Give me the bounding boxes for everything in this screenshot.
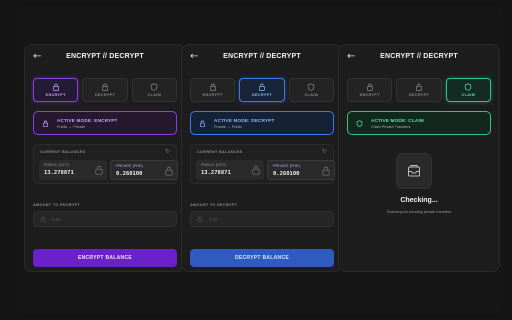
encrypt-panel: ← ENCRYPT // DECRYPT ENCRYPT DECRYPT CLA… [24,44,186,272]
tab-encrypt[interactable]: ENCRYPT [33,78,79,102]
mode-title: ACTIVE MODE: CLAIM [371,117,424,123]
private-balance-label: PRIVATE (FHE) [116,164,143,168]
refresh-icon[interactable]: ↻ [322,148,327,155]
panel-header: ← ENCRYPT // DECRYPT [182,45,342,71]
mode-subtitle: Private → Public [214,124,243,129]
lock-icon [102,83,108,91]
balances-label: CURRENT BALANCES [40,150,86,154]
current-balances: CURRENT BALANCES ↻ PUBLIC (OCT) 13.27887… [33,144,178,184]
private-balance-card: PRIVATE (FHE) 0.260100 [267,160,335,180]
lock-icon [366,83,373,91]
unlock-icon [199,120,206,127]
public-balance-value: 13.278871 [201,170,231,176]
private-balance-card: PRIVATE (FHE) 0.260100 [110,160,178,180]
mode-tabs: ENCRYPT DECRYPT CLAIM [33,78,177,102]
private-balance-value: 0.260100 [116,171,143,177]
lock-icon [209,83,216,91]
lock-icon [322,166,330,176]
active-mode-banner: ACTIVE MODE: DECRYPT Private → Public [190,111,334,135]
public-balance-value: 13.278871 [44,170,74,176]
public-balance-card: PUBLIC (OCT) 13.278871 [39,160,107,180]
tab-label: CLAIM [147,93,162,97]
amount-label: AMOUNT TO ENCRYPT [33,203,81,207]
tab-label: DECRYPT [408,93,430,97]
lock-icon [40,216,46,222]
public-balance-label: PUBLIC (OCT) [44,163,70,167]
mode-title: ACTIVE MODE: DECRYPT [214,117,275,123]
checking-indicator [396,153,432,189]
page-title: ENCRYPT // DECRYPT [223,53,301,60]
tab-decrypt[interactable]: DECRYPT [396,78,442,102]
mode-subtitle: Claim Private Transfers [371,124,411,129]
panel-header: ← ENCRYPT // DECRYPT [25,45,185,71]
page-title: ENCRYPT // DECRYPT [380,53,458,60]
decrypt-balance-button[interactable]: DECRYPT BALANCE [190,249,334,267]
tab-label: ENCRYPT [202,93,223,97]
inbox-icon [408,165,420,177]
tab-label: DECRYPT [94,93,116,97]
refresh-icon[interactable]: ↻ [165,148,170,155]
tab-claim[interactable]: CLAIM [131,78,177,102]
tab-decrypt[interactable]: DECRYPT [82,78,128,102]
tab-decrypt[interactable]: DECRYPT [239,78,285,102]
page-title: ENCRYPT // DECRYPT [66,53,144,60]
private-balance-value: 0.260100 [273,171,300,177]
private-balance-label: PRIVATE (FHE) [273,164,300,168]
shield-icon [465,83,472,91]
tab-encrypt[interactable]: ENCRYPT [190,78,236,102]
tab-encrypt[interactable]: ENCRYPT [347,78,393,102]
active-mode-banner: ACTIVE MODE: CLAIM Claim Private Transfe… [347,111,491,135]
public-balance-card: PUBLIC (OCT) 13.278871 [196,160,264,180]
lock-icon [165,166,173,176]
tab-label: ENCRYPT [45,93,66,97]
mode-tabs: ENCRYPT DECRYPT CLAIM [347,78,491,102]
checking-title: Checking... [400,197,438,204]
public-balance-label: PUBLIC (OCT) [201,163,227,167]
claim-panel: ← ENCRYPT // DECRYPT ENCRYPT DECRYPT CLA… [338,44,500,272]
tab-label: CLAIM [461,93,476,97]
decrypt-panel: ← ENCRYPT // DECRYPT ENCRYPT DECRYPT CLA… [181,44,343,272]
shield-icon [151,83,158,91]
panel-header: ← ENCRYPT // DECRYPT [339,45,499,71]
tab-claim[interactable]: CLAIM [445,78,491,102]
lock-icon [42,120,49,127]
tab-claim[interactable]: CLAIM [288,78,334,102]
lock-icon [52,83,59,91]
unlock-icon [259,83,265,91]
tab-label: ENCRYPT [359,93,380,97]
unlock-icon [197,216,203,222]
lock-icon [95,165,103,175]
unlock-icon [416,83,422,91]
mode-title: ACTIVE MODE: ENCRYPT [57,117,118,123]
current-balances: CURRENT BALANCES ↻ PUBLIC (OCT) 13.27887… [190,144,335,184]
active-mode-banner: ACTIVE MODE: ENCRYPT Public → Private [33,111,177,135]
lock-icon [252,165,260,175]
amount-placeholder: 0.00 [52,216,61,222]
amount-input[interactable]: 0.00 [190,211,334,227]
shield-icon [308,83,315,91]
shield-icon [356,119,363,127]
mode-subtitle: Public → Private [57,124,86,129]
amount-input[interactable]: 0.00 [33,211,177,227]
balances-label: CURRENT BALANCES [197,150,243,154]
encrypt-balance-button[interactable]: ENCRYPT BALANCE [33,249,177,267]
tab-label: CLAIM [304,93,319,97]
checking-subtitle: Scanning for pending private transfers [386,210,452,214]
mode-tabs: ENCRYPT DECRYPT CLAIM [190,78,334,102]
amount-placeholder: 0.00 [209,216,218,222]
amount-label: AMOUNT TO DECRYPT [190,203,238,207]
tab-label: DECRYPT [251,93,273,97]
